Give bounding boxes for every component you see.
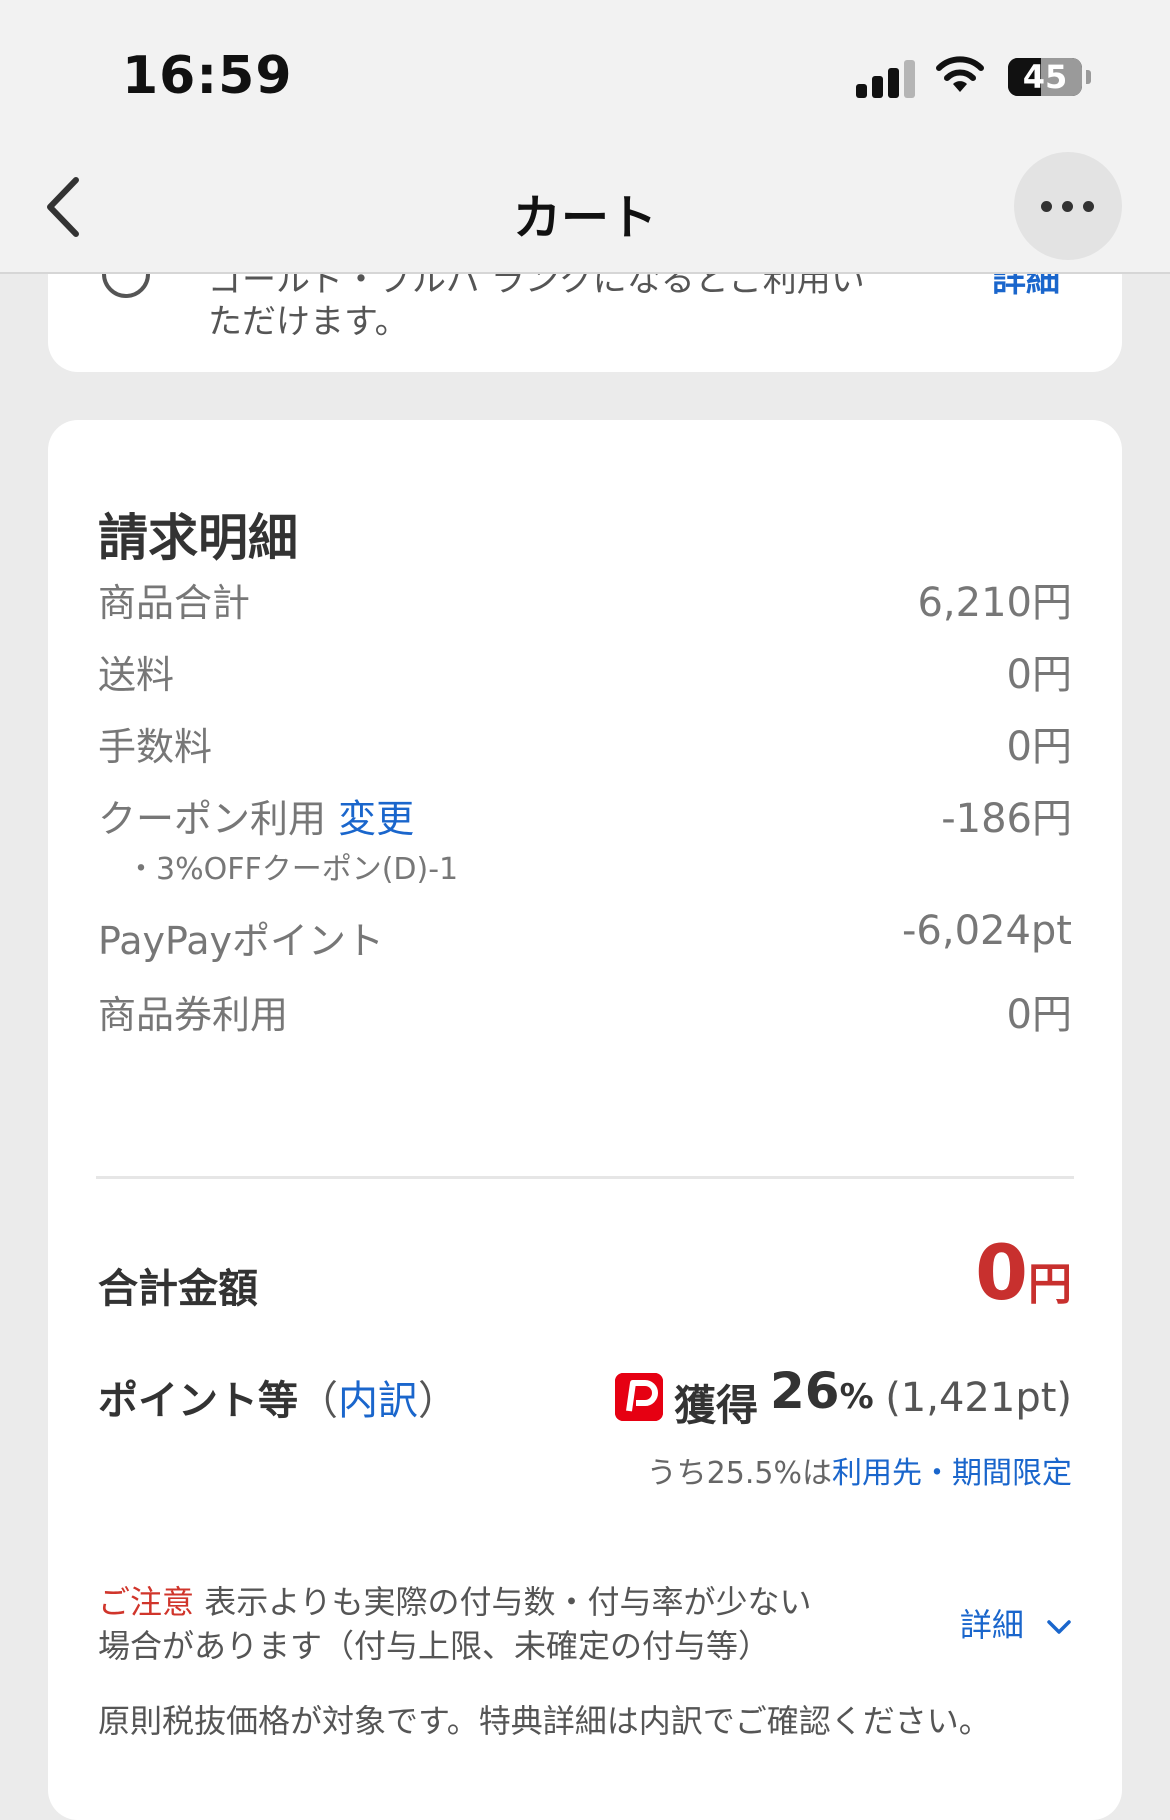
limited-points-note: うち25.5%は利用先・期間限定 (647, 1448, 1072, 1492)
divider (96, 1176, 1074, 1179)
more-dot (1083, 201, 1094, 212)
paypay-points-value: -6,024pt (901, 908, 1072, 954)
caution-note: ご注意 表示よりも実際の付与数・付与率が少ない場合があります（付与上限、未確定の… (98, 1580, 838, 1668)
wifi-icon (936, 56, 984, 92)
subtotal-value: 6,210円 (917, 580, 1072, 626)
billing-card: 請求明細 商品合計 6,210円 送料 0円 手数料 0円 クーポン利用 変更 … (48, 420, 1122, 1820)
cellular-signal-icon (856, 58, 916, 98)
paypay-logo-icon (615, 1373, 663, 1421)
caution-detail-label: 詳細 (959, 1606, 1024, 1644)
status-time: 16:59 (122, 46, 293, 106)
tax-note: 原則税抜価格が対象です。特典詳細は内訳でご確認ください。 (98, 1702, 991, 1740)
shipping-label: 送料 (98, 653, 175, 697)
coupon-row: クーポン利用 変更 (98, 788, 414, 843)
page-title: カート (512, 190, 657, 246)
billing-title: 請求明細 (98, 509, 298, 567)
earn-label: 獲得 (674, 1381, 759, 1430)
points-label: ポイント等 (98, 1378, 298, 1424)
battery-nub (1086, 70, 1091, 84)
subtotal-label: 商品合計 (98, 581, 251, 625)
limited-points-link[interactable]: 利用先・期間限定 (832, 1456, 1072, 1491)
coupon-note: ・3%OFFクーポン(D)-1 (126, 852, 459, 887)
total-amount-number: 0 (975, 1228, 1028, 1317)
fee-value: 0円 (1006, 724, 1072, 770)
gift-certificate-value: 0円 (1006, 992, 1072, 1038)
battery-level: 45 (1022, 58, 1068, 96)
caution-tag: ご注意 (98, 1583, 195, 1621)
rank-info-text-cont: ただけます。 (208, 302, 409, 342)
total-amount-unit: 円 (1028, 1259, 1072, 1310)
chevron-down-icon (1047, 1620, 1071, 1634)
points-row-label: ポイント等（内訳） (98, 1368, 458, 1426)
shipping-value: 0円 (1006, 652, 1072, 698)
paren-open: （ (298, 1378, 338, 1424)
total-label: 合計金額 (98, 1266, 258, 1312)
coupon-value: -186円 (941, 796, 1072, 842)
total-amount: 0円 (975, 1228, 1072, 1317)
earn-rate-unit: % (839, 1377, 874, 1417)
more-horizontal-icon (1041, 201, 1052, 212)
battery-icon: 45 (1008, 58, 1082, 96)
more-button[interactable] (1014, 152, 1122, 260)
coupon-change-link[interactable]: 変更 (338, 797, 414, 841)
caution-detail-toggle[interactable]: 詳細 (960, 1600, 1072, 1646)
fee-label: 手数料 (98, 725, 213, 769)
earn-rate: 26% (770, 1362, 874, 1420)
paypay-points-label: PayPayポイント (98, 919, 384, 963)
gift-certificate-label: 商品券利用 (98, 993, 289, 1037)
more-dot (1062, 201, 1073, 212)
points-breakdown-link[interactable]: 内訳 (338, 1378, 418, 1424)
coupon-label: クーポン利用 (98, 797, 327, 841)
paren-close: ） (418, 1378, 458, 1424)
earn-points-amount: (1,421pt) (885, 1375, 1072, 1421)
earn-rate-number: 26 (770, 1362, 840, 1420)
caution-text: 表示よりも実際の付与数・付与率が少ない場合があります（付与上限、未確定の付与等） (98, 1583, 812, 1665)
app-header: 16:59 45 カート (0, 0, 1170, 274)
limited-prefix: うち25.5%は (646, 1456, 832, 1491)
